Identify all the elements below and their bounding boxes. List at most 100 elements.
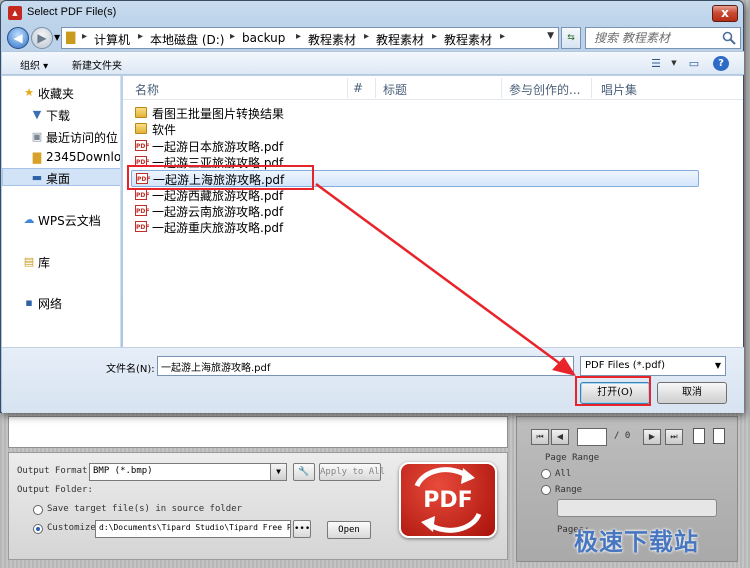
file-row-folder[interactable]: 看图王批量图片转换结果 — [131, 105, 311, 121]
back-button[interactable]: ◀ — [7, 27, 29, 49]
nav-item-favorites[interactable]: ★ 收藏夹 — [2, 84, 120, 102]
output-format-select[interactable]: BMP (*.bmp) ▼ — [89, 463, 287, 481]
folder-icon: ▇ — [66, 30, 76, 44]
column-divider[interactable] — [591, 78, 592, 98]
breadcrumb-folder[interactable]: 教程素材 — [308, 31, 356, 48]
filename-label: 文件名(N): — [106, 364, 155, 375]
view-dropdown-icon[interactable]: ▼ — [666, 56, 682, 71]
app-icon: ▲ — [8, 6, 22, 20]
file-row-pdf[interactable]: PDF 一起游云南旅游攻略.pdf — [131, 203, 311, 219]
breadcrumb-backup[interactable]: backup — [242, 31, 285, 45]
breadcrumb-drive-d[interactable]: 本地磁盘 (D:) — [150, 31, 224, 48]
output-format-value: BMP (*.bmp) — [93, 466, 153, 476]
nav-item-label: 桌面 — [46, 172, 71, 186]
column-divider[interactable] — [501, 78, 502, 98]
file-row-pdf[interactable]: PDF 一起游日本旅游攻略.pdf — [131, 138, 311, 154]
column-album[interactable]: 唱片集 — [601, 81, 637, 98]
search-icon[interactable] — [722, 31, 736, 45]
refresh-icon: ⇆ — [567, 33, 575, 43]
page-view-icon[interactable] — [693, 428, 705, 444]
preview-pane-icon[interactable]: ▭ — [686, 56, 702, 71]
nav-item-libraries[interactable]: ▤ 库 — [2, 253, 120, 271]
file-name: 软件 — [152, 123, 177, 137]
star-icon: ★ — [24, 86, 34, 99]
file-list-area[interactable] — [8, 416, 508, 448]
breadcrumb-folder[interactable]: 教程素材 — [376, 31, 424, 48]
dialog-titlebar[interactable]: ▲ Select PDF File(s) x — [1, 1, 743, 25]
file-row-folder[interactable]: 软件 — [131, 121, 311, 137]
column-divider[interactable] — [375, 78, 376, 98]
address-dropdown-icon[interactable]: ▼ — [547, 31, 554, 41]
nav-item-network[interactable]: ▪ 网络 — [2, 294, 120, 312]
next-page-icon[interactable]: ▶ — [643, 429, 661, 445]
breadcrumb-separator[interactable]: ▸ — [432, 31, 437, 42]
refresh-button[interactable]: ⇆ — [561, 27, 581, 49]
help-icon[interactable]: ? — [713, 56, 729, 71]
customize-radio[interactable] — [33, 524, 43, 534]
navigation-pane: ★ 收藏夹 ▼ 下载 ▣ 最近访问的位 ▇ 2345Downlo ▬ 桌面 ☁ … — [2, 76, 121, 347]
open-folder-button[interactable]: Open — [327, 521, 371, 539]
first-page-icon[interactable]: ⏮ — [531, 429, 549, 445]
breadcrumb-separator[interactable]: ▸ — [230, 31, 235, 42]
cancel-button[interactable]: 取消 — [657, 382, 727, 404]
breadcrumb-separator[interactable]: ▸ — [364, 31, 369, 42]
search-box[interactable] — [585, 27, 741, 49]
wrench-icon[interactable]: 🔧 — [293, 463, 315, 481]
nav-item-label: 库 — [38, 256, 51, 270]
customize-path-input[interactable]: d:\Documents\Tipard Studio\Tipard Free P… — [95, 520, 291, 538]
range-radio[interactable] — [541, 485, 551, 495]
breadcrumb-computer[interactable]: 计算机 — [94, 31, 130, 48]
breadcrumb-separator[interactable]: ▸ — [138, 31, 143, 42]
page-number-input[interactable] — [577, 428, 607, 446]
breadcrumb-separator[interactable]: ▸ — [296, 31, 301, 42]
view-options-icon[interactable]: ☰ — [648, 56, 664, 71]
page-range-label: Page Range — [545, 453, 600, 463]
filename-input[interactable] — [157, 356, 574, 376]
customize-label: Customize: — [47, 523, 102, 533]
last-page-icon[interactable]: ⏭ — [665, 429, 683, 445]
file-row-pdf[interactable]: PDF 一起游重庆旅游攻略.pdf — [131, 219, 311, 235]
page-list-icon[interactable] — [713, 428, 725, 444]
address-bar[interactable]: ▇ ▸ 计算机 ▸ 本地磁盘 (D:) ▸ backup ▸ 教程素材 ▸ 教程… — [61, 27, 559, 49]
back-arrow-icon: ◀ — [13, 31, 23, 45]
nav-item-2345downloads[interactable]: ▇ 2345Downlo — [2, 149, 120, 167]
filetype-select[interactable]: PDF Files (*.pdf) ▼ — [580, 356, 726, 376]
pdf-convert-logo-icon[interactable]: PDF — [399, 462, 497, 538]
column-contributing-artists[interactable]: 参与创作的... — [509, 81, 580, 98]
column-number[interactable]: # — [353, 81, 363, 95]
page-total: / 0 — [614, 431, 631, 441]
search-input[interactable] — [586, 28, 722, 48]
pdf-file-icon: PDF — [135, 205, 149, 216]
nav-item-downloads[interactable]: ▼ 下载 — [2, 106, 120, 124]
breadcrumb-separator[interactable]: ▸ — [500, 31, 505, 42]
save-source-radio[interactable] — [33, 505, 43, 515]
prev-page-icon[interactable]: ◀ — [551, 429, 569, 445]
organize-button[interactable]: 组织 ▾ — [20, 57, 48, 72]
close-button[interactable]: x — [712, 5, 738, 22]
breadcrumb-folder-current[interactable]: 教程素材 — [444, 31, 492, 48]
nav-item-label: 最近访问的位 — [46, 131, 119, 145]
column-name[interactable]: 名称 — [135, 81, 159, 98]
apply-to-all-button[interactable]: Apply to All — [319, 463, 385, 481]
pdf-file-icon: PDF — [135, 189, 149, 200]
nav-item-label: WPS云文档 — [38, 214, 101, 228]
nav-item-desktop[interactable]: ▬ 桌面 — [2, 168, 120, 186]
forward-arrow-icon: ▶ — [37, 31, 47, 45]
range-input[interactable] — [557, 499, 717, 517]
new-folder-button[interactable]: 新建文件夹 — [72, 57, 122, 72]
save-source-label: Save target file(s) in source folder — [47, 504, 243, 514]
pdf-file-icon: PDF — [135, 221, 149, 232]
chevron-down-icon[interactable]: ▼ — [270, 464, 286, 480]
file-name: 一起游日本旅游攻略.pdf — [152, 140, 284, 154]
history-dropdown-icon[interactable]: ▼ — [54, 33, 60, 42]
browse-button[interactable]: ••• — [293, 520, 311, 538]
output-folder-label: Output Folder: — [17, 485, 93, 495]
forward-button[interactable]: ▶ — [31, 27, 53, 49]
column-divider[interactable] — [347, 78, 348, 98]
breadcrumb-separator[interactable]: ▸ — [82, 31, 87, 42]
folder-icon — [135, 123, 147, 134]
column-title[interactable]: 标题 — [383, 81, 407, 98]
nav-item-recent-places[interactable]: ▣ 最近访问的位 — [2, 128, 120, 146]
all-pages-radio[interactable] — [541, 469, 551, 479]
nav-item-wps-cloud[interactable]: ☁ WPS云文档 — [2, 211, 120, 229]
